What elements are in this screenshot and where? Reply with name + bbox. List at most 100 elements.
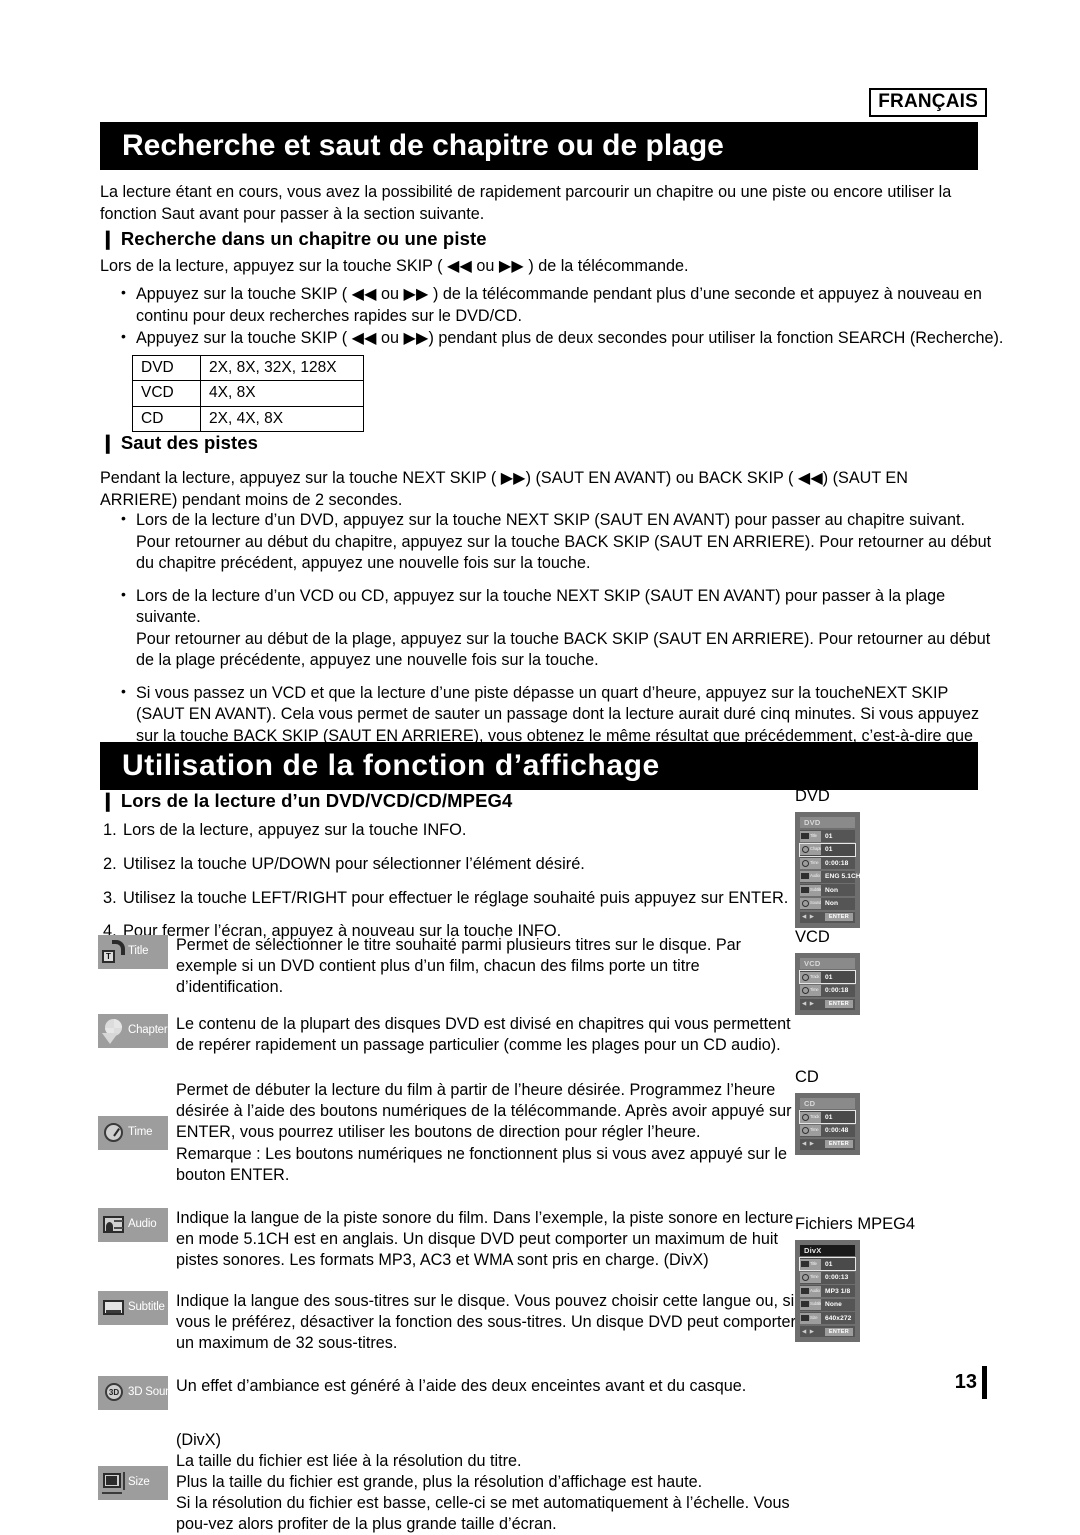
osd-row-value: 01 [825, 973, 833, 981]
osd-panel: VCD Track 01 Time 0:00:18 ◀ ▶ ENTER [795, 953, 860, 1015]
chapter-icon: Chapter [800, 844, 821, 856]
osd-row-audio[interactable]: Audio ENG 5.1CH [800, 870, 861, 883]
3d-sound-icon: 3D [101, 1380, 127, 1406]
osd-row-audio[interactable]: Audio MP3 1/8 [800, 1285, 855, 1298]
icon-description-row-time: Time Permet de débuter la lecture du fil… [98, 1080, 798, 1185]
subtitle-icon: Subtitle [800, 884, 821, 896]
language-badge: FRANÇAIS [869, 88, 987, 117]
audio-chip: Audio [98, 1207, 168, 1242]
icon-description-text: Un effet d’ambiance est généré à l’aide … [176, 1377, 747, 1395]
search-bullet-list: Appuyez sur la touche SKIP ( ◀◀ ou ▶▶ ) … [118, 283, 1008, 351]
3d-sound-icon: Sound [800, 898, 821, 910]
osd-row-sound[interactable]: Sound Non [800, 897, 855, 910]
osd-row-value: None [825, 1301, 842, 1309]
osd-row-label: Chapter [810, 846, 821, 852]
icon-description-row-chapter: Chapter Le contenu de la plupart des dis… [98, 1014, 798, 1056]
osd-row-value: MP3 1/8 [825, 1287, 851, 1295]
osd-row-time[interactable]: Time 0:00:18 [800, 857, 855, 870]
icon-description-row-audio: Audio Indique la langue de la piste sono… [98, 1207, 798, 1271]
osd-row-time[interactable]: Time 0:00:18 [800, 984, 855, 997]
arrow-keys-hint: ◀ ▶ [802, 1141, 815, 1148]
osd-icon-description-list: T Title Permet de sélectionner le titre … [98, 935, 798, 1535]
osd-row-subtitle[interactable]: Subtitle None [800, 1298, 855, 1311]
osd-row-chapter-unsel[interactable]: Title 01 [800, 830, 855, 843]
osd-panel-header: CD [800, 1098, 855, 1110]
arrow-keys-hint: ◀ ▶ [802, 1001, 815, 1008]
osd-example-cd: CD CD Track 01 Time 0:00:48 ◀ ▶ ENTER [795, 1068, 860, 1155]
icon-description-row-size: Size (DivX) La taille du fichier est lié… [98, 1430, 798, 1535]
track-skip-bullet-list: Lors de la lecture d’un DVD, appuyez sur… [118, 509, 998, 770]
enter-button[interactable]: ENTER [824, 1140, 853, 1149]
bullet-item: Appuyez sur la touche SKIP ( ◀◀ ou ▶▶) p… [118, 327, 1008, 350]
enter-button[interactable]: ENTER [824, 1000, 853, 1009]
audio-icon: Audio [800, 1285, 821, 1297]
osd-row-subtitle[interactable]: Subtitle Non [800, 884, 855, 897]
time-icon: Time [800, 985, 821, 997]
osd-row-time[interactable]: Time 0:00:13 [800, 1271, 855, 1284]
osd-row-size[interactable]: Size 640x272 [800, 1312, 855, 1325]
list-item: 1. Lors de la lecture, appuyez sur la to… [103, 820, 793, 842]
audio-icon [101, 1212, 127, 1238]
osd-row-value: ENG 5.1CH [825, 873, 861, 881]
osd-row-track[interactable]: Track 01 [799, 1110, 856, 1125]
time-icon [101, 1120, 127, 1146]
track-icon: Track [800, 1111, 821, 1123]
step-number: 3. [103, 888, 117, 907]
osd-panel-header: DivX [800, 1245, 855, 1257]
subtitle-chip: Subtitle [98, 1290, 168, 1325]
enter-button[interactable]: ENTER [824, 913, 853, 922]
osd-panel: DVD Title 01 Chapter 01 Time 0:00:18 Aud… [795, 812, 861, 928]
osd-row-value: 0:00:18 [825, 859, 849, 867]
osd-row-chapter[interactable]: Chapter 01 [799, 842, 856, 857]
subtitle-icon [101, 1295, 127, 1321]
osd-row-track[interactable]: Track 01 [799, 970, 856, 985]
intro-paragraph: La lecture étant en cours, vous avez la … [100, 183, 952, 223]
osd-row-value: Non [825, 886, 839, 894]
osd-row-value: 01 [825, 1260, 833, 1268]
subtitle-icon: Subtitle [800, 1299, 821, 1311]
time-chip: Time [98, 1115, 168, 1150]
table-row: VCD 4X, 8X [132, 380, 364, 407]
osd-caption: CD [795, 1068, 819, 1086]
bullet-item: Lors de la lecture d’un VCD ou CD, appuy… [118, 585, 998, 672]
icon-description-row-subtitle: Subtitle Indique la langue des sous-titr… [98, 1290, 798, 1354]
icon-cell: Audio [98, 1207, 174, 1271]
subheading-search-in-chapter: ❙ Recherche dans un chapitre ou une pist… [100, 228, 487, 249]
osd-row-value: Non [825, 900, 839, 908]
icon-description-text: Le contenu de la plupart des disques DVD… [176, 1015, 791, 1055]
list-item: 3. Utilisez la touche LEFT/RIGHT pour ef… [103, 888, 793, 910]
osd-row-label: Track [810, 974, 820, 979]
step-number: 1. [103, 821, 117, 839]
osd-row-value: 01 [825, 846, 833, 854]
enter-button[interactable]: ENTER [824, 1327, 853, 1336]
osd-row-value: 01 [825, 832, 833, 840]
search-speed-table: DVD 2X, 8X, 32X, 128X VCD 4X, 8X CD 2X, … [132, 354, 364, 433]
table-row: CD 2X, 4X, 8X [132, 405, 364, 433]
icon-cell: Subtitle [98, 1290, 174, 1354]
time-icon: Time [800, 1272, 821, 1284]
track-icon: Track [800, 971, 821, 983]
search-lead-text: Lors de la lecture, appuyez sur la touch… [100, 257, 689, 275]
arrow-keys-hint: ◀ ▶ [802, 914, 815, 921]
speeds-cell: 4X, 8X [200, 380, 364, 407]
osd-row-label: Sound [810, 900, 821, 906]
osd-row-time[interactable]: Time 0:00:48 [800, 1124, 855, 1137]
time-icon: Time [800, 857, 821, 869]
chip-label: 3D Sound [128, 1386, 178, 1399]
step-number: 2. [103, 854, 117, 873]
osd-row-title[interactable]: Title 01 [799, 1257, 856, 1272]
section-title-text: Utilisation de la fonction d’affichage [122, 749, 660, 782]
icon-description-text: Indique la langue des sous-titres sur le… [176, 1291, 796, 1352]
icon-cell: Chapter [98, 1014, 174, 1056]
chapter-chip: Chapter [98, 1014, 168, 1049]
osd-row-label: Time [810, 1274, 819, 1280]
chip-label: Time [128, 1126, 153, 1139]
osd-row-label: Track [810, 1114, 820, 1119]
osd-row-value: 640x272 [825, 1314, 852, 1322]
title-icon: T [101, 939, 127, 965]
bullet-item: Appuyez sur la touche SKIP ( ◀◀ ou ▶▶ ) … [118, 283, 1008, 327]
icon-description-text: (DivX) La taille du fichier est liée à l… [176, 1431, 790, 1534]
osd-footer: ◀ ▶ ENTER [800, 911, 855, 923]
icon-description-row-3d-sound: 3D 3D Sound Un effet d’ambiance est géné… [98, 1376, 798, 1410]
title-chip: T Title [98, 935, 168, 969]
